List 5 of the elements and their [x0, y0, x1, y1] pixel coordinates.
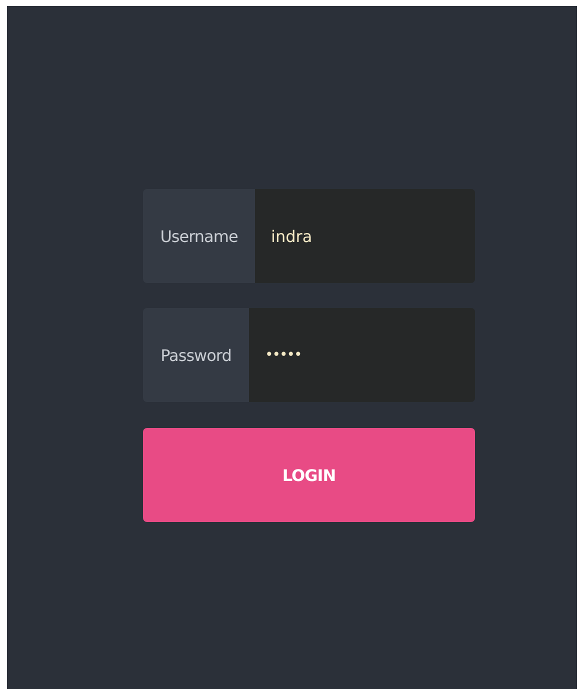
- field-label: Password: [143, 308, 249, 402]
- login-button[interactable]: LOGIN: [143, 428, 475, 522]
- field-label: Username: [143, 189, 255, 283]
- input-field[interactable]: indra: [255, 189, 475, 283]
- input-field[interactable]: •••••: [249, 308, 475, 402]
